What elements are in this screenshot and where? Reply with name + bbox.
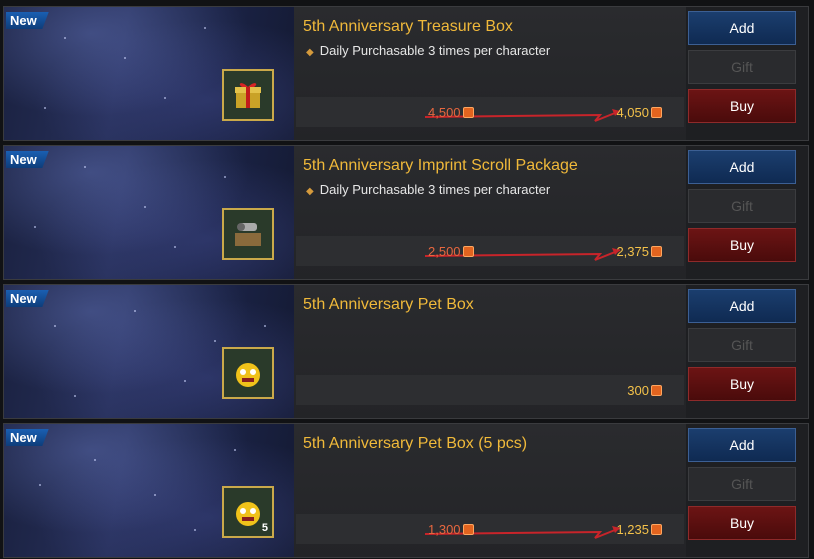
item-title: 5th Anniversary Pet Box bbox=[303, 296, 474, 313]
gift-button[interactable]: Gift bbox=[688, 328, 796, 362]
item-title: 5th Anniversary Treasure Box bbox=[303, 18, 513, 35]
add-button[interactable]: Add bbox=[688, 11, 796, 45]
sale-price: 4,050 bbox=[616, 105, 662, 120]
buy-button[interactable]: Buy bbox=[688, 228, 796, 262]
coin-icon bbox=[651, 107, 662, 118]
buy-button[interactable]: Buy bbox=[688, 367, 796, 401]
action-buttons: Add Gift Buy bbox=[688, 289, 798, 406]
item-info: 5th Anniversary Imprint Scroll Package ◆… bbox=[294, 146, 686, 279]
original-price: 2,500 bbox=[428, 244, 474, 259]
shop-item-row[interactable]: New 5th Anniversary Treasure Box ◆ Daily … bbox=[3, 6, 809, 141]
coin-icon bbox=[651, 524, 662, 535]
item-title: 5th Anniversary Pet Box (5 pcs) bbox=[303, 435, 528, 452]
add-button[interactable]: Add bbox=[688, 428, 796, 462]
original-price: 1,300 bbox=[428, 522, 474, 537]
pet-box-icon[interactable] bbox=[222, 347, 274, 399]
coin-icon bbox=[462, 246, 474, 257]
new-badge: New bbox=[6, 429, 49, 446]
item-info: 5th Anniversary Treasure Box ◆ Daily Purc… bbox=[294, 7, 686, 140]
diamond-bullet-icon: ◆ bbox=[306, 186, 314, 197]
diamond-bullet-icon: ◆ bbox=[306, 47, 314, 58]
sale-price: 1,235 bbox=[616, 522, 662, 537]
shop-item-row[interactable]: New 5 5th Anniversary Pet Box (5 pcs) 1,… bbox=[3, 423, 809, 558]
new-badge: New bbox=[6, 12, 49, 29]
coin-icon bbox=[651, 385, 662, 396]
gift-button[interactable]: Gift bbox=[688, 467, 796, 501]
price-bar bbox=[296, 375, 684, 405]
gift-button[interactable]: Gift bbox=[688, 50, 796, 84]
action-buttons: Add Gift Buy bbox=[688, 11, 798, 128]
shop-item-row[interactable]: New 5th Anniversary Imprint Scroll Packa… bbox=[3, 145, 809, 280]
action-buttons: Add Gift Buy bbox=[688, 150, 798, 267]
item-info: 5th Anniversary Pet Box (5 pcs) 1,300 1,… bbox=[294, 424, 686, 557]
new-badge: New bbox=[6, 290, 49, 307]
sale-price: 300 bbox=[627, 383, 662, 398]
sale-price: 2,375 bbox=[616, 244, 662, 259]
item-title: 5th Anniversary Imprint Scroll Package bbox=[303, 157, 578, 174]
coin-icon bbox=[651, 246, 662, 257]
shop-item-row[interactable]: New 5th Anniversary Pet Box 300 Add Gift… bbox=[3, 284, 809, 419]
item-info: 5th Anniversary Pet Box 300 bbox=[294, 285, 686, 418]
add-button[interactable]: Add bbox=[688, 150, 796, 184]
buy-button[interactable]: Buy bbox=[688, 89, 796, 123]
action-buttons: Add Gift Buy bbox=[688, 428, 798, 545]
purchase-limit-note: ◆ Daily Purchasable 3 times per character bbox=[306, 182, 551, 197]
original-price: 4,500 bbox=[428, 105, 474, 120]
purchase-limit-note: ◆ Daily Purchasable 3 times per character bbox=[306, 43, 551, 58]
coin-icon bbox=[462, 107, 474, 118]
pet-box-5-icon[interactable]: 5 bbox=[222, 486, 274, 538]
item-count: 5 bbox=[261, 522, 268, 534]
coin-icon bbox=[462, 524, 474, 535]
gift-box-icon[interactable] bbox=[222, 69, 274, 121]
scroll-package-icon[interactable] bbox=[222, 208, 274, 260]
buy-button[interactable]: Buy bbox=[688, 506, 796, 540]
new-badge: New bbox=[6, 151, 49, 168]
add-button[interactable]: Add bbox=[688, 289, 796, 323]
gift-button[interactable]: Gift bbox=[688, 189, 796, 223]
